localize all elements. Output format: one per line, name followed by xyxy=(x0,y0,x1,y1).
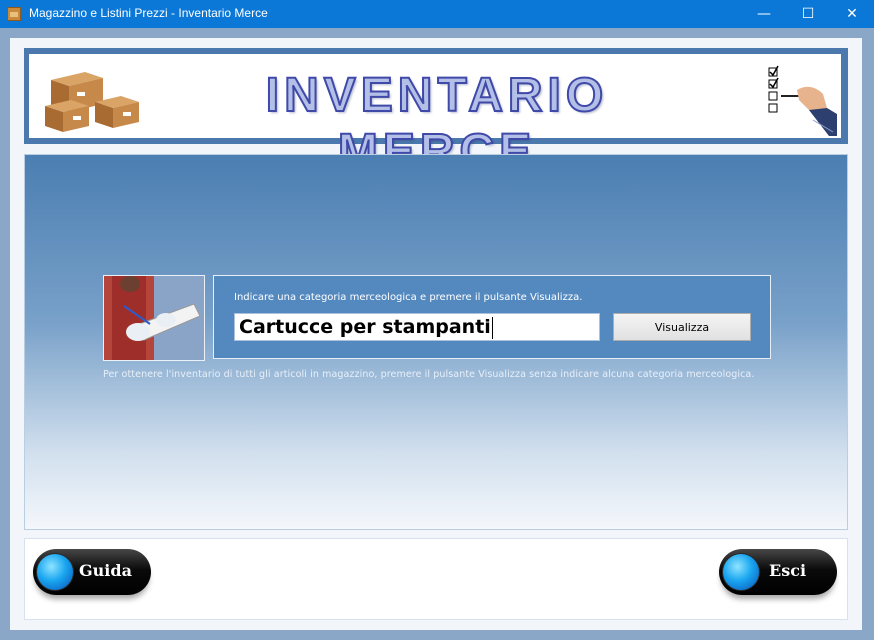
app-icon xyxy=(7,7,21,21)
view-button[interactable]: Visualizza xyxy=(613,313,751,341)
text-caret xyxy=(491,316,493,339)
search-form: Indicare una categoria merceologica e pr… xyxy=(213,275,771,359)
inventory-worker-photo xyxy=(103,275,205,361)
window-title: Magazzino e Listini Prezzi - Inventario … xyxy=(29,6,268,20)
instruction-label: Indicare una categoria merceologica e pr… xyxy=(234,292,583,303)
boxes-icon xyxy=(45,72,139,132)
category-input-value: Cartucce per stampanti xyxy=(239,316,491,338)
blue-orb-icon xyxy=(36,553,74,591)
exit-button-label: Esci xyxy=(769,561,807,580)
banner-panel: INVENTARIO MERCE xyxy=(29,54,841,179)
maximize-button[interactable]: ☐ xyxy=(786,0,830,28)
help-button-label: Guida xyxy=(79,561,132,580)
window-content: INVENTARIO MERCE Indicare una categoria … xyxy=(10,38,862,630)
blue-orb-icon xyxy=(722,553,760,591)
minimize-button[interactable]: — xyxy=(742,0,786,28)
category-input[interactable]: Cartucce per stampanti xyxy=(234,313,600,341)
window-frame: INVENTARIO MERCE Indicare una categoria … xyxy=(0,28,874,640)
hint-text: Per ottenere l'inventario di tutti gli a… xyxy=(103,369,755,380)
exit-button[interactable]: Esci xyxy=(719,549,837,595)
header-banner: INVENTARIO MERCE xyxy=(24,48,848,179)
help-button[interactable]: Guida xyxy=(33,549,151,595)
title-bar: Magazzino e Listini Prezzi - Inventario … xyxy=(0,0,874,28)
close-button[interactable]: ✕ xyxy=(830,0,874,28)
footer-bar: Guida Esci xyxy=(24,538,848,620)
main-panel: Indicare una categoria merceologica e pr… xyxy=(24,154,848,530)
checklist-icon xyxy=(768,65,837,136)
